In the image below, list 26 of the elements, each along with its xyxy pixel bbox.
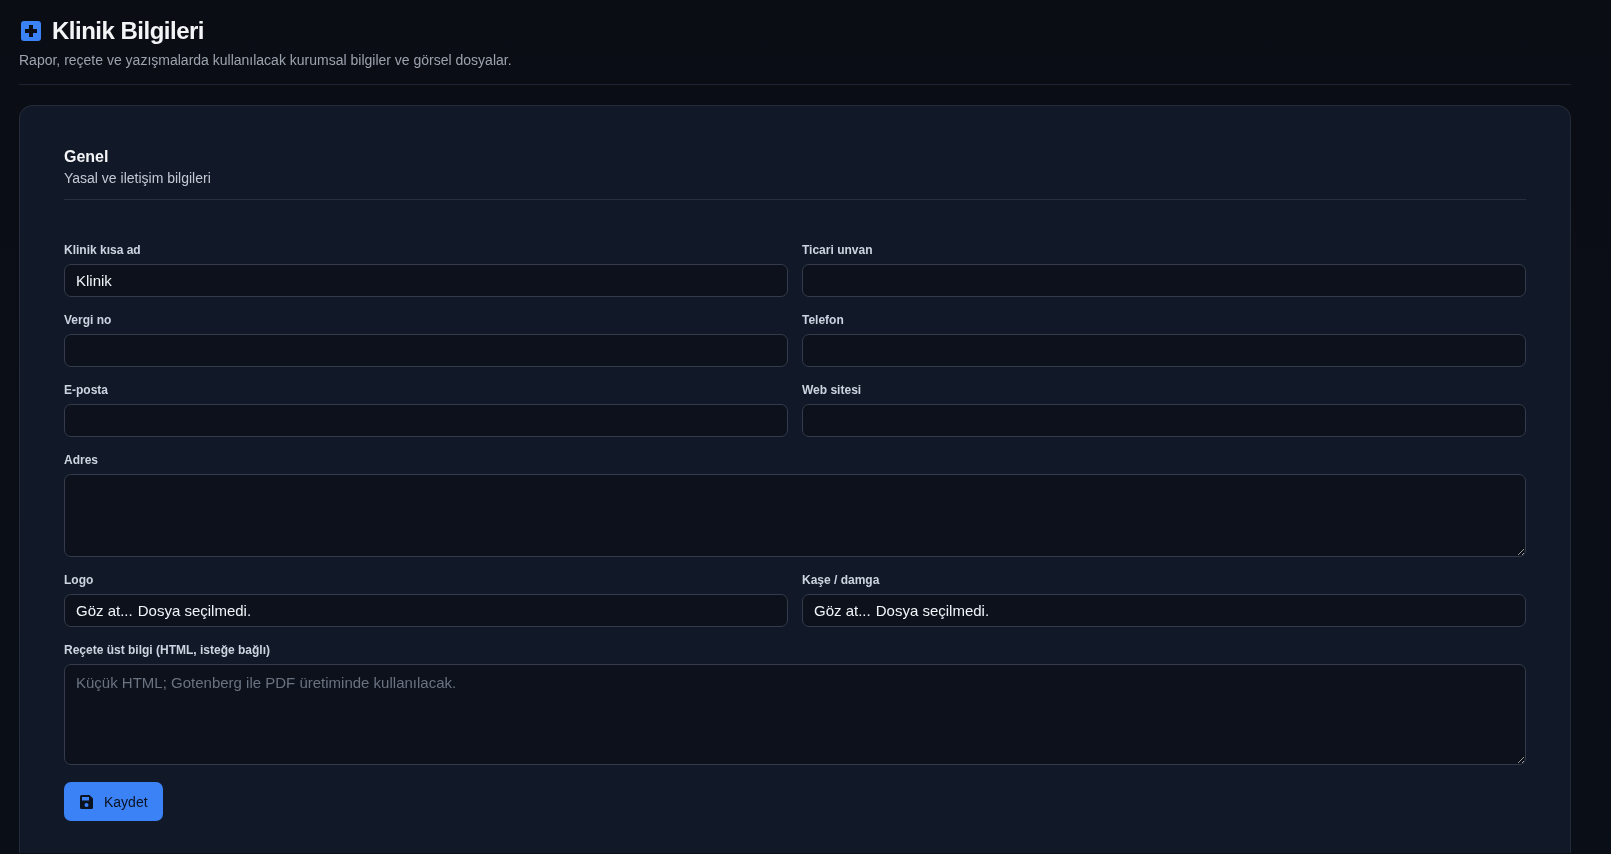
section-title: Genel — [64, 147, 110, 167]
page-subtitle: Rapor, reçete ve yazışmalarda kullanılacak kurumsal bilgiler ve görsel dosyalar. — [19, 51, 513, 70]
field-label: E-posta — [64, 382, 109, 398]
field-label: Web sitesi — [802, 382, 863, 398]
text-input[interactable] — [64, 334, 788, 367]
save-button[interactable]: Kaydet — [64, 782, 163, 821]
text-input[interactable] — [802, 404, 1526, 437]
text-input[interactable] — [802, 264, 1526, 297]
field-label: Telefon — [802, 312, 845, 328]
field-label: Logo — [64, 572, 95, 588]
field-label: Kaşe / damga — [802, 572, 881, 588]
page-title: Klinik Bilgileri — [52, 17, 205, 45]
field-label: Ticari unvan — [802, 242, 874, 258]
file-input[interactable]: Göz at... Dosya seçilmedi. — [64, 594, 788, 627]
section-subtitle: Yasal ve iletişim bilgileri — [64, 169, 212, 187]
file-input[interactable]: Göz at... Dosya seçilmedi. — [802, 594, 1526, 627]
text-input[interactable]: Klinik — [64, 264, 788, 297]
text-input[interactable] — [64, 404, 788, 437]
plus-square-icon — [21, 21, 41, 41]
field-label: Adres — [64, 452, 99, 468]
field-label: Reçete üst bilgi (HTML, isteğe bağlı) — [64, 642, 272, 658]
field-label: Vergi no — [64, 312, 113, 328]
text-area[interactable] — [64, 474, 1526, 557]
text-area[interactable]: Küçük HTML; Gotenberg ile PDF üretiminde kullanılacak. — [64, 664, 1526, 765]
text-input[interactable] — [802, 334, 1526, 367]
field-label: Klinik kısa ad — [64, 242, 142, 258]
